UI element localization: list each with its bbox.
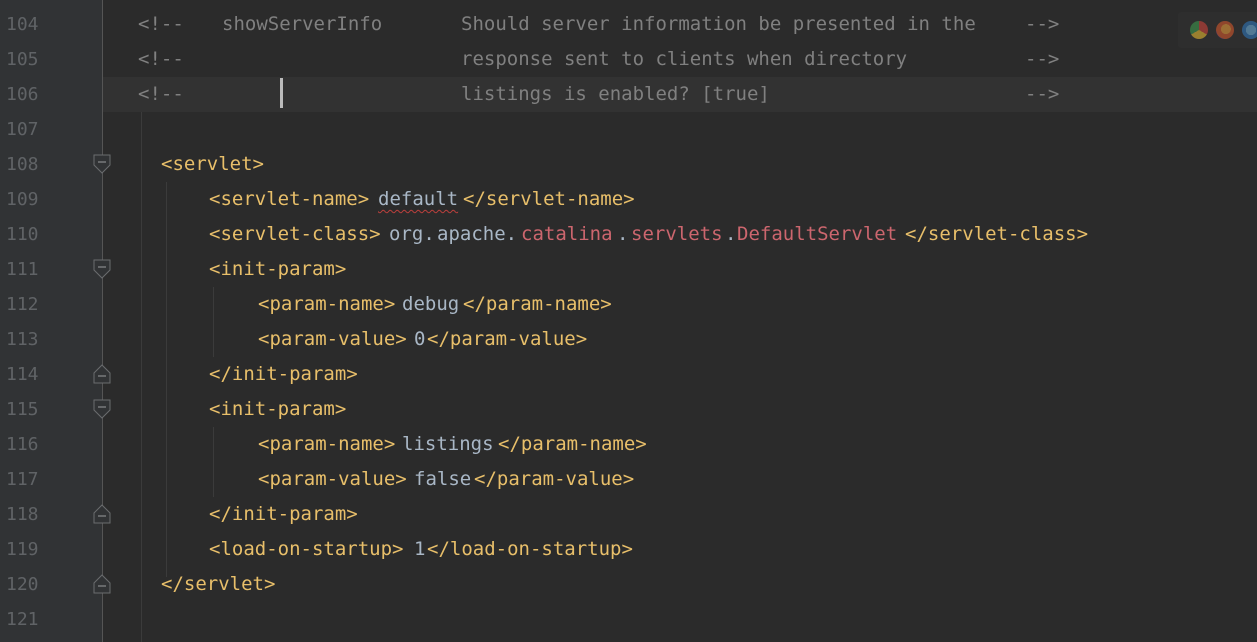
line-number: 114 [6,364,39,385]
browser-preview-bar[interactable] [1178,12,1257,48]
servlet-open-tag: <servlet> [161,153,264,175]
param-name-value: debug [402,293,460,315]
line-number: 120 [6,574,39,595]
code-line[interactable]: <servlet> [103,147,1257,182]
param-name-open-tag: <param-name> [258,433,396,455]
firefox-icon[interactable] [1216,21,1234,39]
param-name-close-tag: </param-name> [463,293,612,315]
line-number: 113 [6,329,39,350]
servlet-name-close-tag: </servlet-name> [463,188,635,210]
code-line[interactable]: <init-param> [103,392,1257,427]
line-number: 110 [6,224,39,245]
param-value-open-tag: <param-value> [258,468,407,490]
code-line[interactable]: <init-param> [103,252,1257,287]
line-number: 115 [6,399,39,420]
comment-close: --> [1025,83,1060,105]
servlet-close-tag: </servlet> [161,573,276,595]
code-line[interactable]: <param-name> listings </param-name> [103,427,1257,462]
code-line[interactable]: <param-value> false </param-value> [103,462,1257,497]
line-number: 108 [6,154,39,175]
init-param-close-tag: </init-param> [209,363,358,385]
code-line[interactable]: <servlet-name> default </servlet-name> [103,182,1257,217]
line-number: 121 [6,609,39,630]
load-on-startup-close-tag: </load-on-startup> [427,538,633,560]
line-number: 111 [6,259,39,280]
line-number: 118 [6,504,39,525]
init-param-open-tag: <init-param> [209,398,347,420]
line-number: 107 [6,119,39,140]
package-segment: org. [389,223,435,245]
comment-close: --> [1025,48,1060,70]
chrome-icon[interactable] [1190,21,1208,39]
line-number: 117 [6,469,39,490]
line-number-gutter[interactable]: 104 105 106 107 108 109 110 111 112 113 … [0,0,103,642]
param-value-open-tag: <param-value> [258,328,407,350]
code-line[interactable]: <!-- showServerInfo Should server inform… [103,7,1257,42]
text-caret [280,78,283,108]
code-editor[interactable]: 104 105 106 107 108 109 110 111 112 113 … [0,0,1257,642]
code-line[interactable]: <param-value> 0 </param-value> [103,322,1257,357]
code-line[interactable]: <load-on-startup> 1 </load-on-startup> [103,532,1257,567]
line-number: 109 [6,189,39,210]
edge-icon[interactable] [1242,21,1257,39]
code-line[interactable]: <servlet-class> org. apache. catalina . … [103,217,1257,252]
param-value-close-tag: </param-value> [474,468,635,490]
comment-text: Should server information be presented i… [461,13,976,35]
code-area[interactable]: <!-- showServerInfo Should server inform… [103,0,1257,642]
servlet-name-open-tag: <servlet-name> [209,188,370,210]
comment-open: <!-- [138,13,184,35]
comment-text: response sent to clients when directory [461,48,908,70]
param-name-close-tag: </param-name> [498,433,647,455]
package-segment: apache. [437,223,518,245]
code-line[interactable]: <!-- response sent to clients when direc… [103,42,1257,77]
load-on-startup-open-tag: <load-on-startup> [209,538,404,560]
comment-param-name: showServerInfo [222,13,383,35]
package-dot: . [725,223,737,245]
line-number: 104 [6,14,39,35]
code-line-current[interactable]: <!-- listings is enabled? [true] --> [103,77,1257,112]
line-number: 119 [6,539,39,560]
load-on-startup-value: 1 [414,538,426,560]
comment-close: --> [1025,13,1060,35]
init-param-open-tag: <init-param> [209,258,347,280]
code-line[interactable]: </servlet> [103,567,1257,602]
code-line[interactable]: <param-name> debug </param-name> [103,287,1257,322]
line-number: 105 [6,49,39,70]
param-value-value: false [414,468,472,490]
package-segment: servlets [631,223,723,245]
package-dot: . [617,223,629,245]
param-value-value: 0 [414,328,426,350]
param-name-value: listings [402,433,494,455]
code-line[interactable]: </init-param> [103,357,1257,392]
line-number: 106 [6,84,39,105]
code-line[interactable] [103,602,1257,637]
class-name: DefaultServlet [737,223,898,245]
line-number: 112 [6,294,39,315]
param-value-close-tag: </param-value> [427,328,588,350]
servlet-class-open-tag: <servlet-class> [209,223,381,245]
code-line[interactable]: </init-param> [103,497,1257,532]
param-name-open-tag: <param-name> [258,293,396,315]
init-param-close-tag: </init-param> [209,503,358,525]
comment-text: listings is enabled? [true] [461,83,770,105]
servlet-name-value: default [378,188,459,210]
comment-open: <!-- [138,83,184,105]
package-segment: catalina [521,223,613,245]
servlet-class-close-tag: </servlet-class> [905,223,1089,245]
line-number: 116 [6,434,39,455]
comment-open: <!-- [138,48,184,70]
